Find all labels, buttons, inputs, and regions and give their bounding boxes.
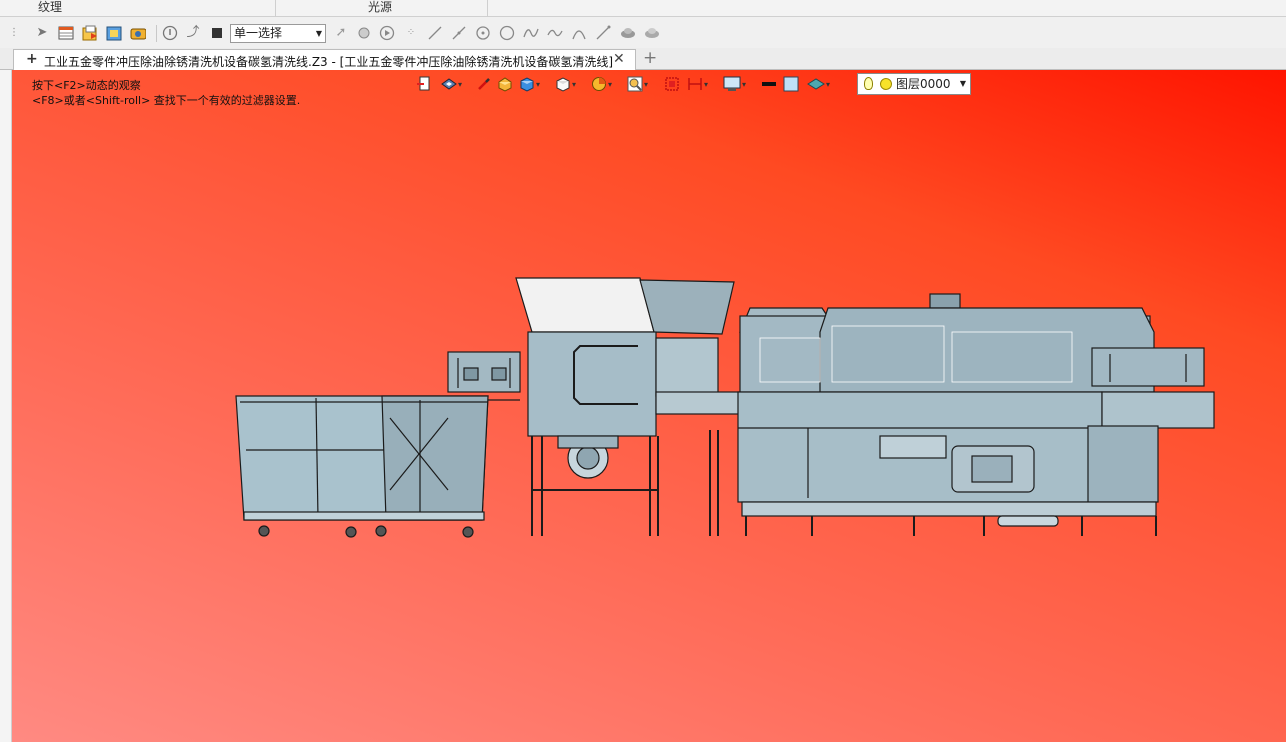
machine-model[interactable] xyxy=(12,70,1286,742)
chevron-down-icon: ▼ xyxy=(315,29,322,38)
screenshot-icon[interactable] xyxy=(130,25,146,41)
ribbon-tab-strip: 纹理 光源 xyxy=(0,0,1286,17)
line2-icon[interactable] xyxy=(451,25,467,41)
cart-model xyxy=(235,395,520,538)
arc-icon[interactable] xyxy=(571,25,587,41)
points-icon[interactable]: ⁘ xyxy=(403,25,419,41)
ribbon-tab-light[interactable]: 光源 xyxy=(330,0,430,17)
selection-mode-select[interactable]: 单一选择 ▼ xyxy=(230,24,326,43)
3d-viewport[interactable]: 按下<F2>动态的观察 <F8>或者<Shift-roll> 查找下一个有效的过… xyxy=(12,70,1286,742)
ribbon-divider xyxy=(487,0,488,17)
pick-arrow-icon[interactable]: ➚ xyxy=(333,25,349,41)
tab-document[interactable]: + 工业五金零件冲压除油除锈清洗机设备碳氢清洗线.Z3 - [工业五金零件冲压除… xyxy=(13,49,636,71)
main-toolbar: ⋮ ➤ ⤴ 单一选择 ▼ ➚ ⁘ xyxy=(0,18,1286,48)
cloud2-icon[interactable] xyxy=(643,25,659,41)
app-window: 纹理 光源 ⋮ ➤ ⤴ 单一选择 ▼ ➚ ⁘ + 工业五金零件冲压除油除锈清洗机… xyxy=(0,0,1286,742)
stop-icon[interactable] xyxy=(209,25,225,41)
tab-document-title: 工业五金零件冲压除油除锈清洗机设备碳氢清洗线.Z3 - [工业五金零件冲压除油除… xyxy=(44,55,613,69)
selection-mode-value: 单一选择 xyxy=(234,26,283,40)
import-icon[interactable] xyxy=(82,25,98,41)
line-icon[interactable] xyxy=(427,25,443,41)
circle-center-icon[interactable] xyxy=(475,25,491,41)
ribbon-divider xyxy=(275,0,276,17)
toolbar-divider xyxy=(156,25,157,42)
curve-icon[interactable] xyxy=(547,25,563,41)
path-icon[interactable]: ⤴ xyxy=(185,25,201,41)
pick-sphere-icon[interactable] xyxy=(356,25,372,41)
play-icon[interactable] xyxy=(379,25,395,41)
circle-icon[interactable] xyxy=(499,25,515,41)
ribbon-tab-texture[interactable]: 纹理 xyxy=(0,0,100,17)
left-panel-strip[interactable] xyxy=(0,70,12,742)
new-tab-button[interactable]: + xyxy=(643,48,657,68)
document-tab-bar: + 工业五金零件冲压除油除锈清洗机设备碳氢清洗线.Z3 - [工业五金零件冲压除… xyxy=(0,48,1286,71)
export-icon[interactable] xyxy=(106,25,122,41)
cursor-icon[interactable]: ➤ xyxy=(34,25,50,41)
segment-icon[interactable] xyxy=(595,25,611,41)
table-icon[interactable] xyxy=(58,25,74,41)
plus-icon: + xyxy=(26,51,38,67)
cloud-icon[interactable] xyxy=(619,25,635,41)
menu-grip-icon[interactable]: ⋮ xyxy=(6,25,22,41)
compass-icon[interactable] xyxy=(162,25,178,41)
spline-icon[interactable] xyxy=(523,25,539,41)
close-icon[interactable]: ✕ xyxy=(613,51,625,67)
